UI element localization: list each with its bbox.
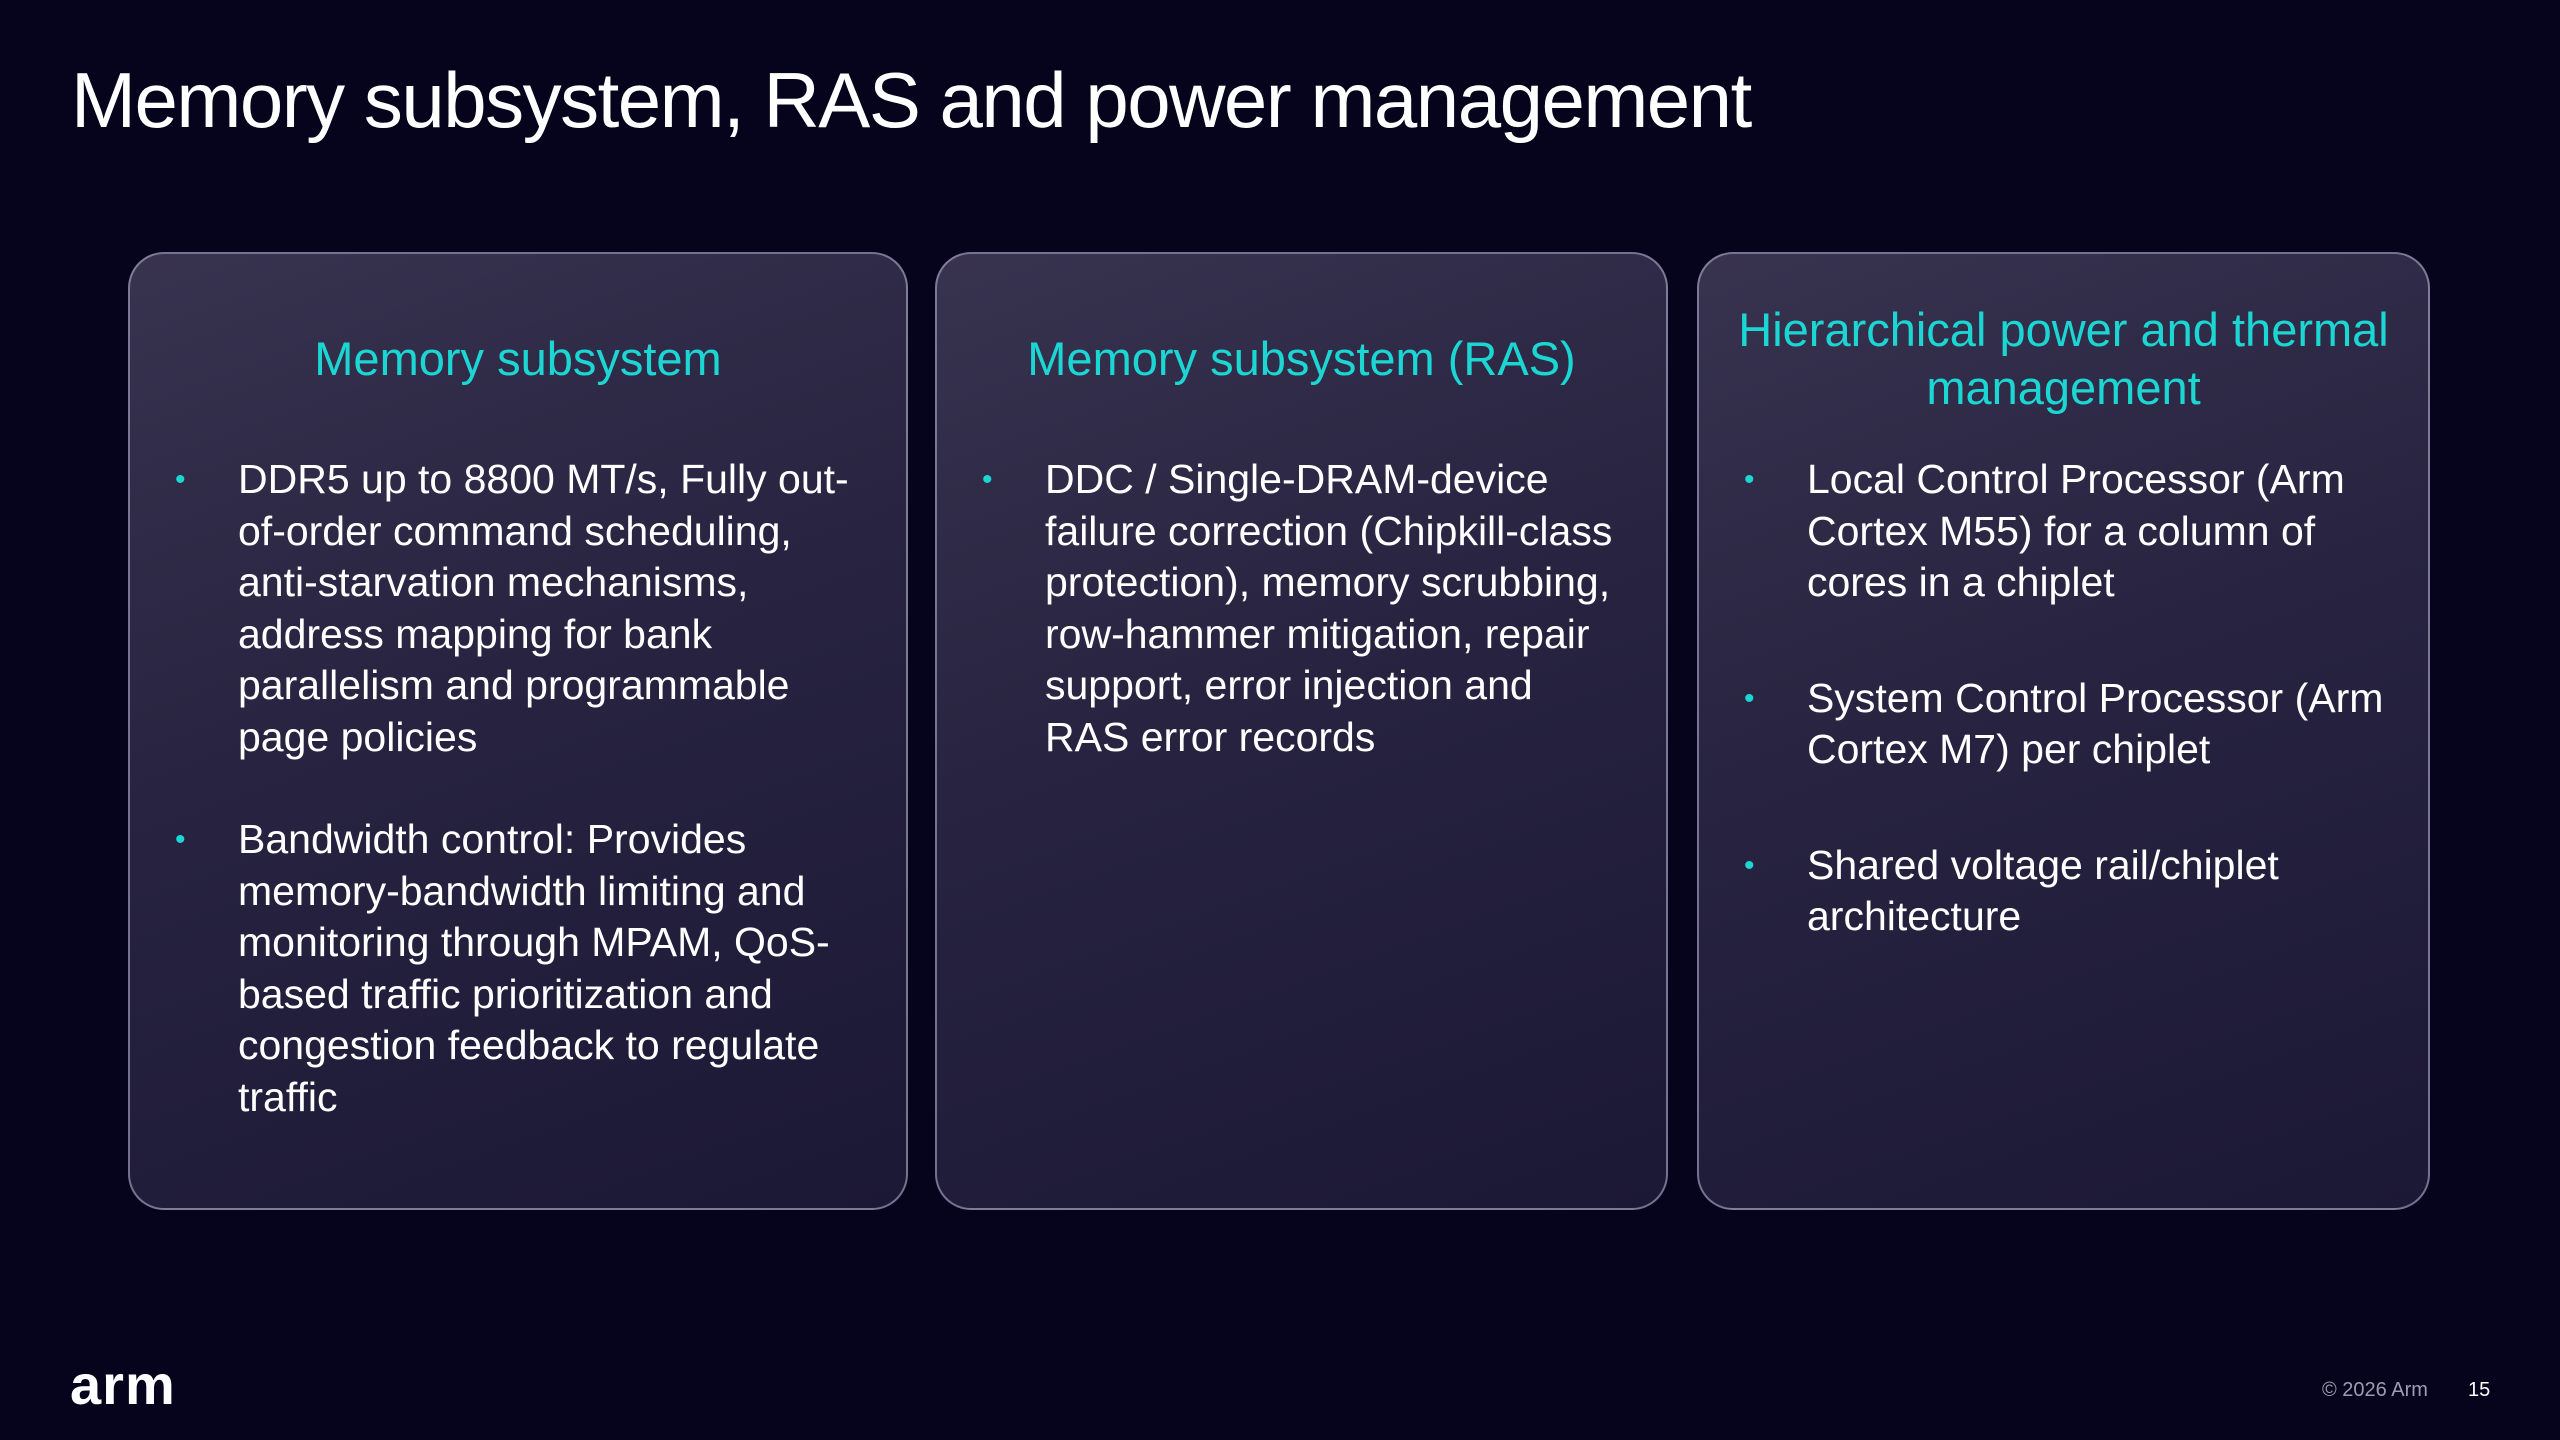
- bullet-text: Shared voltage rail/chiplet architecture: [1807, 841, 2279, 940]
- bullet-item: • DDR5 up to 8800 MT/s, Fully out-of-ord…: [130, 454, 866, 763]
- slide-title: Memory subsystem, RAS and power manageme…: [71, 56, 1752, 144]
- bullet-item: • System Control Processor (Arm Cortex M…: [1699, 673, 2388, 776]
- page-number: 15: [2468, 1379, 2491, 1401]
- bullet-list: • Local Control Processor (Arm Cortex M5…: [1699, 454, 2388, 1007]
- bullet-item: • Local Control Processor (Arm Cortex M5…: [1699, 454, 2388, 609]
- bullet-text: Bandwidth control: Provides memory-bandw…: [238, 816, 830, 1120]
- bullet-list: • DDR5 up to 8800 MT/s, Fully out-of-ord…: [130, 454, 866, 1174]
- bullet-item: • Shared voltage rail/chiplet architectu…: [1699, 840, 2388, 943]
- card-power-thermal: Hierarchical power and thermal managemen…: [1697, 252, 2430, 1210]
- bullet-list: • DDC / Single-DRAM-device failure corre…: [937, 454, 1626, 814]
- card-heading: Hierarchical power and thermal managemen…: [1738, 303, 2389, 414]
- bullet-item: • DDC / Single-DRAM-device failure corre…: [937, 454, 1626, 763]
- card-memory-ras: Memory subsystem (RAS) • DDC / Single-DR…: [935, 252, 1668, 1210]
- card-heading: Memory subsystem (RAS): [1027, 332, 1576, 385]
- bullet-dot-icon: •: [175, 463, 186, 496]
- card-memory-subsystem: Memory subsystem • DDR5 up to 8800 MT/s,…: [128, 252, 908, 1210]
- bullet-dot-icon: •: [175, 823, 186, 856]
- bullet-text: DDC / Single-DRAM-device failure correct…: [1045, 456, 1613, 760]
- arm-logo: arm: [70, 1353, 176, 1416]
- footer-copyright: © 2026 Arm: [2322, 1379, 2428, 1401]
- bullet-dot-icon: •: [1744, 681, 1755, 715]
- bullet-text: DDR5 up to 8800 MT/s, Fully out-of-order…: [238, 456, 849, 760]
- bullet-text: System Control Processor (Arm Cortex M7)…: [1807, 674, 2384, 773]
- bullet-dot-icon: •: [1744, 463, 1755, 496]
- bullet-text: Local Control Processor (Arm Cortex M55)…: [1807, 456, 2345, 605]
- bullet-item: • Bandwidth control: Provides memory-ban…: [130, 814, 866, 1123]
- card-heading: Memory subsystem: [314, 332, 722, 385]
- bullet-dot-icon: •: [982, 463, 993, 496]
- bullet-dot-icon: •: [1744, 848, 1755, 882]
